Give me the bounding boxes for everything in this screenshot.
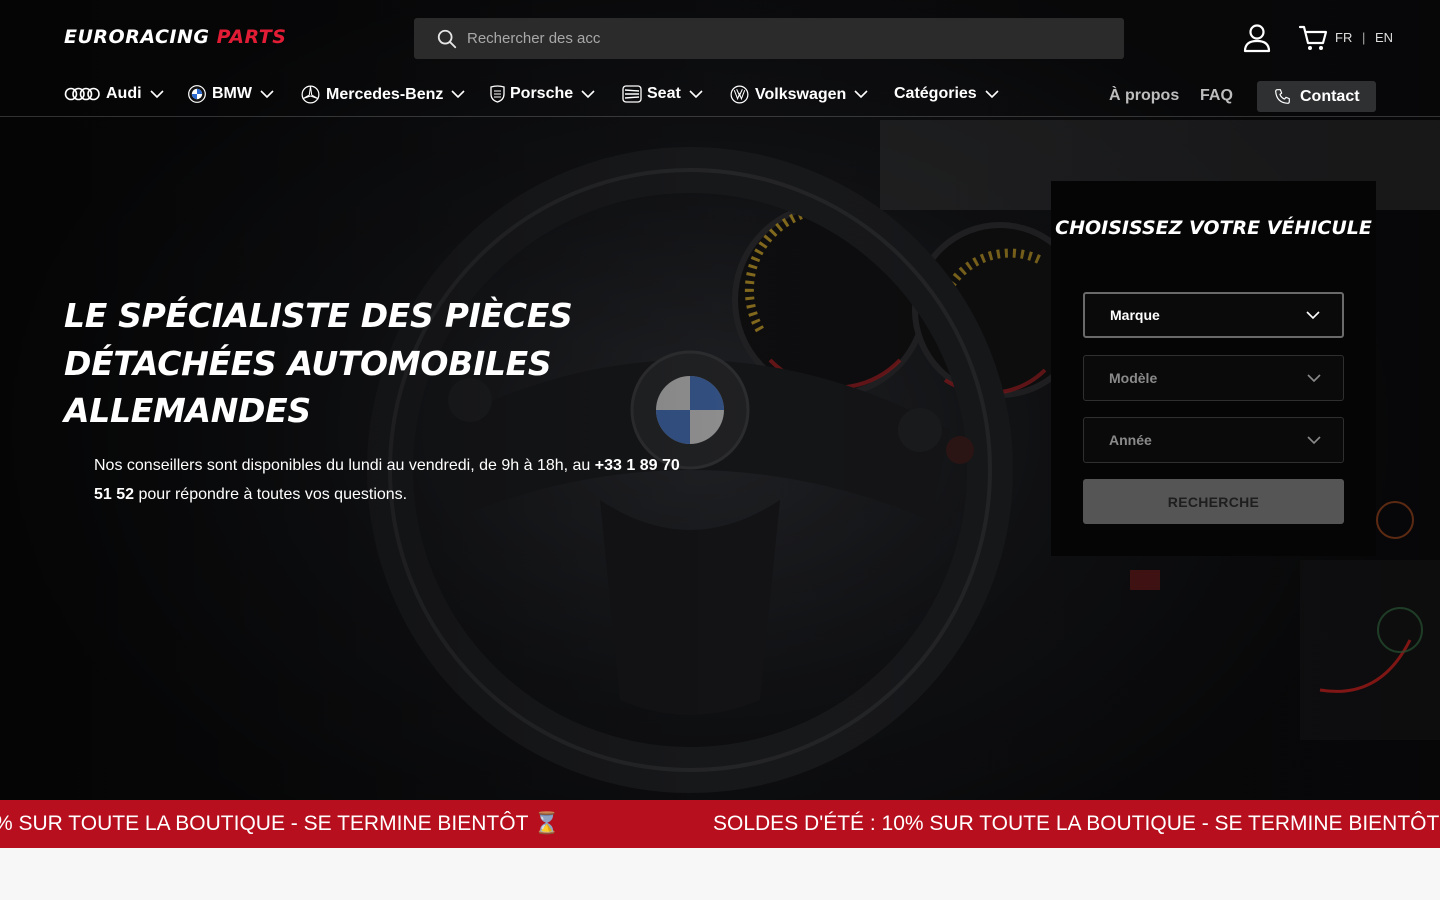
nav-link-about[interactable]: À propos <box>1109 87 1179 105</box>
phone-icon <box>1275 89 1290 104</box>
hero-subtitle: Nos conseillers sont disponibles du lund… <box>94 451 694 509</box>
bmw-logo-icon <box>188 85 206 103</box>
search-input[interactable] <box>467 30 1067 47</box>
nav-item-bmw[interactable]: BMW <box>188 85 274 103</box>
chevron-down-icon <box>689 89 703 99</box>
chevron-down-icon <box>854 90 868 99</box>
logo-text-main: EURORACING <box>64 26 210 48</box>
lang-fr-link[interactable]: FR <box>1335 30 1352 45</box>
nav-item-volkswagen[interactable]: Volkswagen <box>730 85 868 104</box>
hero-subtitle-text-end: pour répondre à toutes vos questions. <box>134 486 408 503</box>
seat-logo-icon <box>622 85 642 103</box>
nav-label: Mercedes-Benz <box>326 85 444 103</box>
main-navigation: Audi BMW Mercedes-Benz Porsche Seat Volk… <box>0 76 1440 117</box>
brand-select-value: Marque <box>1110 307 1160 323</box>
search-bar[interactable] <box>414 18 1124 59</box>
nav-label: Catégories <box>894 85 977 102</box>
vehicle-search-button[interactable]: RECHERCHE <box>1083 479 1344 524</box>
nav-label: Audi <box>106 85 142 102</box>
chevron-down-icon <box>985 89 999 99</box>
chevron-down-icon <box>1307 373 1321 383</box>
promo-text: SOLDES D'ÉTÉ : 10% SUR TOUTE LA BOUTIQUE… <box>713 812 1440 835</box>
hero-title: LE SPÉCIALISTE DES PIÈCES DÉTACHÉES AUTO… <box>64 296 573 430</box>
model-select-value: Modèle <box>1109 370 1158 386</box>
contact-button[interactable]: Contact <box>1257 81 1376 112</box>
nav-item-mercedes[interactable]: Mercedes-Benz <box>301 85 465 104</box>
chevron-down-icon <box>451 90 465 99</box>
chevron-down-icon <box>1307 435 1321 445</box>
year-select[interactable]: Année <box>1083 417 1344 463</box>
audi-rings-icon <box>64 86 100 102</box>
hero-subtitle-text: Nos conseillers sont disponibles du lund… <box>94 457 595 474</box>
nav-label: Volkswagen <box>755 85 847 103</box>
lang-en-link[interactable]: EN <box>1375 30 1393 45</box>
vw-logo-icon <box>730 85 749 104</box>
nav-label: Porsche <box>510 85 574 102</box>
site-logo[interactable]: EURORACING PARTS <box>64 26 286 48</box>
nav-item-porsche[interactable]: Porsche <box>490 85 595 103</box>
nav-link-faq[interactable]: FAQ <box>1200 87 1233 105</box>
porsche-crest-icon <box>490 85 505 103</box>
contact-label: Contact <box>1300 87 1360 105</box>
promo-text-fragment: % SUR TOUTE LA BOUTIQUE - SE TERMINE BIE… <box>0 812 561 835</box>
search-icon[interactable] <box>436 28 458 50</box>
vehicle-selector-title: CHOISISSEZ VOTRE VÉHICULE <box>1055 217 1372 239</box>
vehicle-selector-panel: CHOISISSEZ VOTRE VÉHICULE Marque Modèle … <box>1051 181 1376 556</box>
brand-select[interactable]: Marque <box>1083 292 1344 338</box>
account-icon[interactable] <box>1241 22 1273 54</box>
language-switcher: FR | EN <box>1335 30 1393 45</box>
nav-item-categories[interactable]: Catégories <box>894 85 999 103</box>
chevron-down-icon <box>260 89 274 99</box>
logo-text-accent: PARTS <box>216 26 287 48</box>
mercedes-star-icon <box>301 85 320 104</box>
nav-label: BMW <box>212 85 252 102</box>
site-header: EURORACING PARTS FR | EN <box>0 0 1440 76</box>
promo-marquee: % SUR TOUTE LA BOUTIQUE - SE TERMINE BIE… <box>0 800 1440 848</box>
cart-icon[interactable] <box>1298 23 1328 53</box>
nav-item-audi[interactable]: Audi <box>64 85 164 103</box>
year-select-value: Année <box>1109 432 1152 448</box>
lang-separator: | <box>1361 30 1366 45</box>
chevron-down-icon <box>581 89 595 99</box>
model-select[interactable]: Modèle <box>1083 355 1344 401</box>
nav-label: Seat <box>647 85 681 102</box>
chevron-down-icon <box>149 89 164 99</box>
page-content-start <box>0 848 1440 900</box>
chevron-down-icon <box>1306 310 1320 320</box>
nav-item-seat[interactable]: Seat <box>622 85 703 103</box>
